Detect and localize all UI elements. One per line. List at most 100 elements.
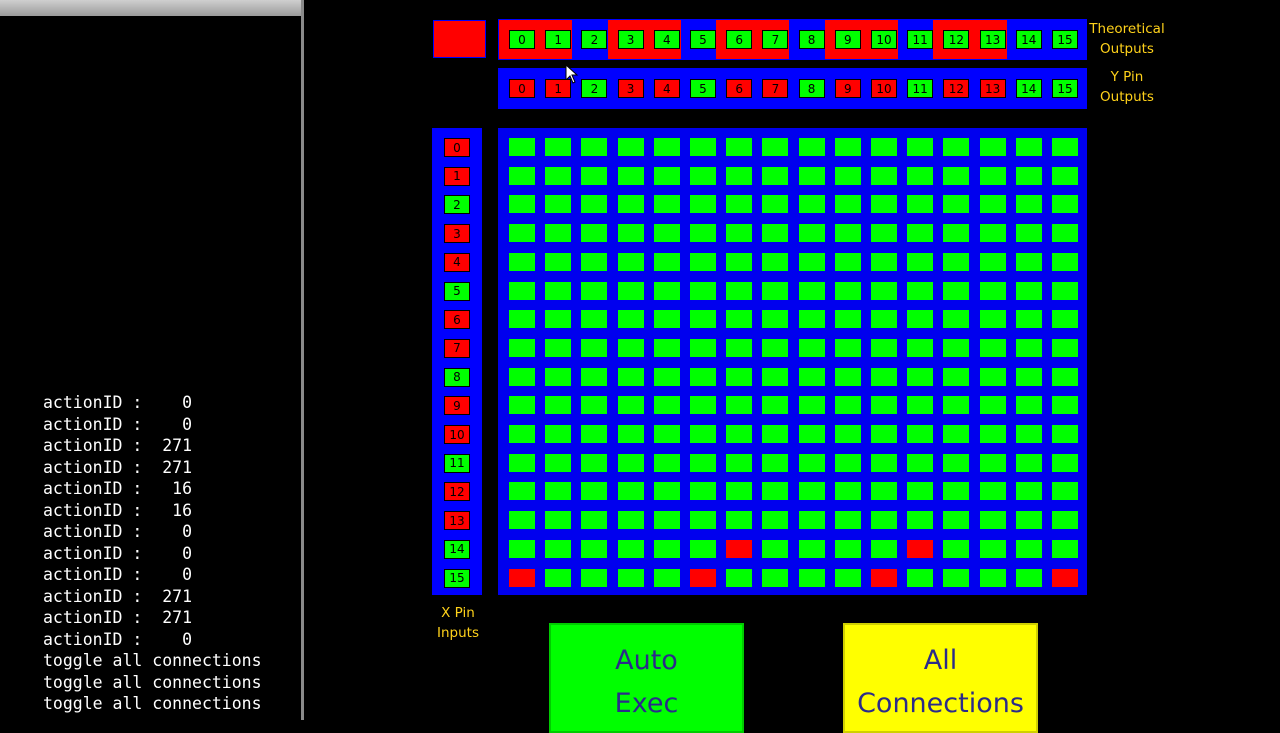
matrix-cell[interactable] bbox=[943, 367, 970, 386]
matrix-cell[interactable] bbox=[798, 539, 825, 558]
matrix-cell[interactable] bbox=[509, 367, 535, 386]
matrix-cell[interactable] bbox=[726, 367, 753, 386]
y-pin-output-cell[interactable]: 13 bbox=[979, 79, 1006, 98]
matrix-cell[interactable] bbox=[762, 252, 789, 271]
matrix-cell[interactable] bbox=[1015, 138, 1042, 156]
matrix-cell[interactable] bbox=[653, 367, 680, 386]
matrix-cell[interactable] bbox=[834, 166, 861, 185]
theoretical-output-cell[interactable]: 12 bbox=[943, 30, 970, 49]
matrix-cell[interactable] bbox=[871, 195, 897, 214]
matrix-cell[interactable] bbox=[871, 138, 897, 156]
matrix-cell[interactable] bbox=[834, 195, 861, 214]
theoretical-output-cell[interactable]: 5 bbox=[690, 30, 716, 49]
matrix-cell[interactable] bbox=[581, 310, 608, 329]
matrix-cell[interactable] bbox=[979, 482, 1006, 501]
matrix-cell[interactable] bbox=[653, 568, 680, 587]
matrix-cell[interactable] bbox=[617, 252, 644, 271]
matrix-cell[interactable] bbox=[509, 281, 535, 300]
matrix-cell[interactable] bbox=[617, 195, 644, 214]
matrix-cell[interactable] bbox=[581, 568, 608, 587]
matrix-cell[interactable] bbox=[979, 425, 1006, 443]
matrix-cell[interactable] bbox=[979, 310, 1006, 329]
matrix-cell[interactable] bbox=[871, 367, 897, 386]
matrix-cell[interactable] bbox=[509, 224, 535, 243]
matrix-cell[interactable] bbox=[581, 224, 608, 243]
matrix-cell[interactable] bbox=[798, 310, 825, 329]
matrix-cell[interactable] bbox=[1015, 195, 1042, 214]
matrix-cell[interactable] bbox=[979, 252, 1006, 271]
x-pin-input-cell[interactable]: 14 bbox=[444, 539, 470, 559]
matrix-cell[interactable] bbox=[871, 453, 897, 472]
matrix-cell[interactable] bbox=[907, 195, 934, 214]
matrix-cell[interactable] bbox=[1052, 367, 1078, 386]
matrix-cell[interactable] bbox=[943, 568, 970, 587]
matrix-cell[interactable] bbox=[726, 224, 753, 243]
matrix-cell[interactable] bbox=[509, 195, 535, 214]
matrix-cell[interactable] bbox=[1052, 224, 1078, 243]
matrix-cell[interactable] bbox=[690, 138, 716, 156]
matrix-cell[interactable] bbox=[943, 425, 970, 443]
matrix-cell[interactable] bbox=[871, 425, 897, 443]
matrix-cell[interactable] bbox=[907, 281, 934, 300]
matrix-cell[interactable] bbox=[943, 453, 970, 472]
matrix-cell[interactable] bbox=[943, 482, 970, 501]
matrix-cell[interactable] bbox=[653, 281, 680, 300]
matrix-cell[interactable] bbox=[1015, 252, 1042, 271]
matrix-cell[interactable] bbox=[834, 367, 861, 386]
matrix-cell[interactable] bbox=[798, 224, 825, 243]
theoretical-output-cell[interactable]: 10 bbox=[871, 30, 897, 49]
matrix-cell[interactable] bbox=[545, 425, 572, 443]
matrix-cell[interactable] bbox=[943, 396, 970, 415]
matrix-cell[interactable] bbox=[1015, 539, 1042, 558]
matrix-cell[interactable] bbox=[979, 166, 1006, 185]
x-pin-input-cell[interactable]: 0 bbox=[444, 138, 470, 157]
matrix-cell[interactable] bbox=[907, 482, 934, 501]
matrix-cell[interactable] bbox=[545, 511, 572, 530]
y-pin-output-cell[interactable]: 5 bbox=[690, 79, 716, 98]
matrix-cell[interactable] bbox=[1015, 338, 1042, 357]
theoretical-output-cell[interactable]: 15 bbox=[1052, 30, 1078, 49]
matrix-cell[interactable] bbox=[1052, 568, 1078, 587]
x-pin-input-cell[interactable]: 4 bbox=[444, 252, 470, 272]
matrix-cell[interactable] bbox=[834, 482, 861, 501]
matrix-cell[interactable] bbox=[762, 310, 789, 329]
matrix-cell[interactable] bbox=[617, 396, 644, 415]
matrix-cell[interactable] bbox=[871, 224, 897, 243]
theoretical-output-cell[interactable]: 9 bbox=[834, 30, 861, 49]
matrix-cell[interactable] bbox=[762, 539, 789, 558]
matrix-cell[interactable] bbox=[509, 396, 535, 415]
matrix-cell[interactable] bbox=[979, 568, 1006, 587]
matrix-cell[interactable] bbox=[907, 511, 934, 530]
matrix-cell[interactable] bbox=[545, 166, 572, 185]
matrix-cell[interactable] bbox=[509, 425, 535, 443]
matrix-cell[interactable] bbox=[907, 396, 934, 415]
matrix-cell[interactable] bbox=[871, 338, 897, 357]
matrix-cell[interactable] bbox=[653, 310, 680, 329]
matrix-cell[interactable] bbox=[617, 224, 644, 243]
y-pin-output-cell[interactable]: 15 bbox=[1052, 79, 1078, 98]
matrix-cell[interactable] bbox=[653, 166, 680, 185]
matrix-cell[interactable] bbox=[1052, 482, 1078, 501]
matrix-cell[interactable] bbox=[943, 310, 970, 329]
matrix-cell[interactable] bbox=[581, 453, 608, 472]
matrix-cell[interactable] bbox=[690, 224, 716, 243]
matrix-cell[interactable] bbox=[834, 338, 861, 357]
matrix-cell[interactable] bbox=[943, 195, 970, 214]
matrix-cell[interactable] bbox=[1015, 511, 1042, 530]
matrix-cell[interactable] bbox=[726, 568, 753, 587]
matrix-cell[interactable] bbox=[690, 338, 716, 357]
matrix-cell[interactable] bbox=[834, 252, 861, 271]
matrix-cell[interactable] bbox=[1052, 310, 1078, 329]
matrix-cell[interactable] bbox=[653, 195, 680, 214]
matrix-cell[interactable] bbox=[726, 281, 753, 300]
matrix-cell[interactable] bbox=[690, 482, 716, 501]
matrix-cell[interactable] bbox=[690, 195, 716, 214]
matrix-cell[interactable] bbox=[979, 453, 1006, 472]
matrix-cell[interactable] bbox=[871, 511, 897, 530]
matrix-cell[interactable] bbox=[871, 396, 897, 415]
matrix-cell[interactable] bbox=[798, 396, 825, 415]
matrix-cell[interactable] bbox=[979, 396, 1006, 415]
matrix-cell[interactable] bbox=[1052, 338, 1078, 357]
matrix-cell[interactable] bbox=[726, 396, 753, 415]
matrix-cell[interactable] bbox=[979, 138, 1006, 156]
